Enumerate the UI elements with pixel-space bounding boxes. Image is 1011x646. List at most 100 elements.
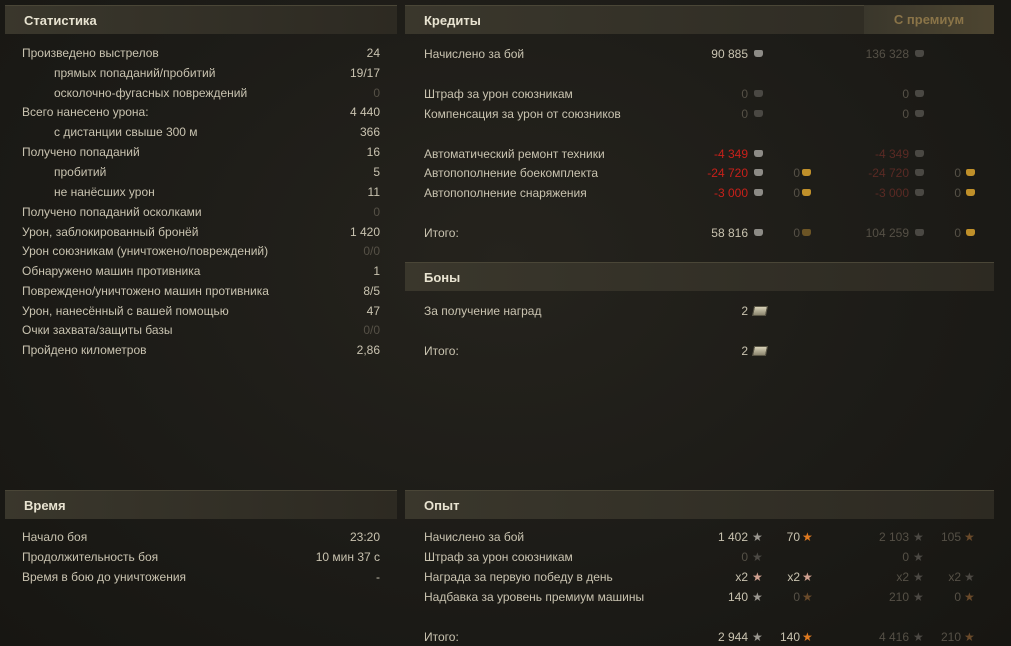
credits-equip-label: Автопополнение снаряжения xyxy=(424,186,587,200)
credit-coin-icon xyxy=(915,189,924,196)
credits-repair-row: Автоматический ремонт техники -4 349 -4 … xyxy=(424,145,994,163)
credits-ally-comp-row: Компенсация за урон от союзников 0 0 xyxy=(424,105,994,123)
gold-coin-icon xyxy=(802,189,811,196)
stats-row-value: 2,86 xyxy=(356,343,380,357)
gold-coin-icon xyxy=(966,189,975,196)
credit-coin-icon xyxy=(754,50,763,57)
stats-row-label: Обнаружено машин противника xyxy=(22,264,201,278)
xp-total-free: 140 xyxy=(779,630,800,644)
stats-row: осколочно-фугасных повреждений 0 xyxy=(22,84,385,102)
stats-row-label: Пройдено километров xyxy=(22,343,147,357)
time-row-value: - xyxy=(376,570,380,584)
credits-ally-comp-base: 0 xyxy=(741,107,748,121)
stats-row-label: Получено попаданий осколками xyxy=(22,205,202,219)
time-row-value: 10 мин 37 с xyxy=(315,550,380,564)
credits-earned-label: Начислено за бой xyxy=(424,47,525,61)
xp-first-win-free: x2 xyxy=(787,570,800,584)
stats-row-label: с дистанции свыше 300 м xyxy=(54,125,198,139)
xp-star-icon: ★ xyxy=(752,590,763,604)
time-row: Время в бою до уничтожения - xyxy=(22,568,385,586)
credits-total-base-gold: 0 xyxy=(793,226,800,240)
stats-row-label: осколочно-фугасных повреждений xyxy=(54,86,248,100)
stats-row-value: 16 xyxy=(366,145,380,159)
bonds-total-label: Итого: xyxy=(424,344,459,358)
credits-ammo-label: Автопополнение боекомплекта xyxy=(424,166,598,180)
stats-row-label: Произведено выстрелов xyxy=(22,46,159,60)
stats-row: Урон, нанесённый с вашей помощью 47 xyxy=(22,302,385,320)
xp-ally-fine-row: Штраф за урон союзникам 0 ★ 0 ★ xyxy=(424,548,994,566)
credits-total-base: 58 816 xyxy=(711,226,748,240)
xp-premium-vehicle-label: Надбавка за уровень премиум машины xyxy=(424,590,645,604)
credit-coin-icon xyxy=(754,90,763,97)
stats-panel: Статистика Произведено выстрелов 24 прямых… xyxy=(5,5,397,475)
stats-row: Получено попаданий 16 xyxy=(22,143,385,161)
stats-row-value: 1 xyxy=(373,264,380,278)
xp-star-icon: ★ xyxy=(913,570,924,584)
stats-row: Всего нанесено урона: 4 440 xyxy=(22,103,385,121)
credit-coin-icon xyxy=(754,150,763,157)
stats-row-value: 366 xyxy=(359,125,380,139)
gold-coin-icon xyxy=(966,229,975,236)
xp-earned-prem-free: 105 xyxy=(940,530,961,544)
xp-earned-base: 1 402 xyxy=(717,530,748,544)
stats-row-value: 11 xyxy=(367,185,380,199)
time-row: Продолжительность боя 10 мин 37 с xyxy=(22,548,385,566)
credit-coin-icon xyxy=(915,150,924,157)
stats-row-label: Урон, нанесённый с вашей помощью xyxy=(22,304,229,318)
credit-coin-icon xyxy=(754,169,763,176)
xp-ally-fine-base: 0 xyxy=(741,550,748,564)
xp-first-win-label: Награда за первую победу в день xyxy=(424,570,613,584)
credits-repair-prem: -4 349 xyxy=(874,147,909,161)
bonds-awards-row: За получение наград 2 xyxy=(424,302,994,320)
stats-row: Получено попаданий осколками 0 xyxy=(22,203,385,221)
free-xp-star-icon: ★ xyxy=(964,590,975,604)
stats-row-label: пробитий xyxy=(54,165,107,179)
xp-earned-row: Начислено за бой 1 402 ★ 70 ★ 2 103 ★ 10… xyxy=(424,528,994,546)
time-panel: Время Начало боя 23:20 Продолжительность б… xyxy=(5,490,397,646)
time-row-label: Время в бою до уничтожения xyxy=(22,570,187,584)
xp-premium-vehicle-free: 0 xyxy=(793,590,800,604)
credits-equip-base-gold: 0 xyxy=(793,186,800,200)
credits-equip-row: Автопополнение снаряжения -3 000 0 -3 00… xyxy=(424,184,994,202)
xp-header: Опыт xyxy=(405,490,994,519)
credit-coin-icon xyxy=(754,110,763,117)
credits-ammo-prem-gold: 0 xyxy=(954,166,961,180)
xp-star-icon: ★ xyxy=(752,570,763,584)
xp-first-win-base: x2 xyxy=(735,570,748,584)
stats-row-value: 1 420 xyxy=(349,225,380,239)
bond-icon xyxy=(751,306,769,316)
bonds-awards-label: За получение наград xyxy=(424,304,542,318)
xp-first-win-prem-free: x2 xyxy=(948,570,961,584)
free-xp-star-icon: ★ xyxy=(802,590,813,604)
stats-row-label: Очки захвата/защиты базы xyxy=(22,323,173,337)
credits-earned-row: Начислено за бой 90 885 136 328 xyxy=(424,45,994,63)
stats-row-label: Повреждено/уничтожено машин противника xyxy=(22,284,269,298)
free-xp-star-icon: ★ xyxy=(964,630,975,644)
credits-panel: Кредиты С премиум Начислено за бой 90 88… xyxy=(405,5,994,255)
free-xp-star-icon: ★ xyxy=(802,530,813,544)
time-row-value: 23:20 xyxy=(349,530,380,544)
xp-ally-fine-label: Штраф за урон союзникам xyxy=(424,550,573,564)
credit-coin-icon xyxy=(915,90,924,97)
gold-coin-icon xyxy=(966,169,975,176)
stats-row-label: Урон, заблокированный бронёй xyxy=(22,225,199,239)
xp-first-win-row: Награда за первую победу в день x2 ★ x2 … xyxy=(424,568,994,586)
credits-ammo-prem: -24 720 xyxy=(868,166,909,180)
free-xp-star-icon: ★ xyxy=(964,530,975,544)
stats-row: Повреждено/уничтожено машин противника 8/… xyxy=(22,282,385,300)
credits-ally-comp-prem: 0 xyxy=(902,107,909,121)
stats-row-value: 47 xyxy=(366,304,380,318)
stats-row: Произведено выстрелов 24 xyxy=(22,44,385,62)
stats-row-value: 19/17 xyxy=(349,66,380,80)
credits-equip-prem-gold: 0 xyxy=(954,186,961,200)
credits-equip-prem: -3 000 xyxy=(874,186,909,200)
xp-star-icon: ★ xyxy=(913,590,924,604)
xp-earned-free: 70 xyxy=(786,530,800,544)
time-row: Начало боя 23:20 xyxy=(22,528,385,546)
stats-row: Урон, заблокированный бронёй 1 420 xyxy=(22,223,385,241)
xp-total-prem: 4 416 xyxy=(878,630,909,644)
free-xp-star-icon: ★ xyxy=(802,630,813,644)
premium-column-label: С премиум xyxy=(864,5,994,34)
stats-row-label: Получено попаданий xyxy=(22,145,140,159)
xp-star-icon: ★ xyxy=(752,530,763,544)
